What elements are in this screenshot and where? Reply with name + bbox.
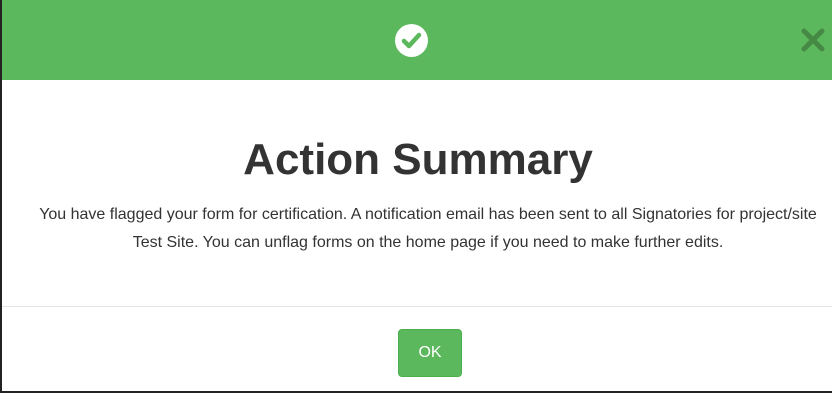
dialog-message: You have flagged your form for certifica… [39, 206, 817, 251]
footer-divider [2, 306, 832, 307]
ok-button[interactable]: OK [398, 329, 462, 377]
dialog-title: Action Summary [243, 135, 593, 184]
close-icon[interactable] [800, 27, 826, 53]
check-circle-icon [395, 24, 428, 57]
dialog-header [2, 0, 832, 80]
action-summary-dialog: Action Summary You have flagged your for… [0, 0, 832, 393]
